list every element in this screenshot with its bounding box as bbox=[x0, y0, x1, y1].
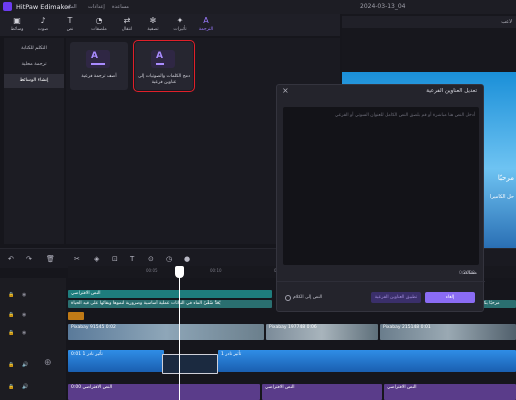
menu-help[interactable]: مساعدة bbox=[112, 4, 129, 10]
apply-subtitles-button[interactable]: تطبيق العناوين الفرعية bbox=[371, 292, 421, 303]
tool-media[interactable]: ▣ وسائط bbox=[4, 16, 30, 35]
tool-transition[interactable]: ⇄ انتقال bbox=[114, 16, 140, 35]
playhead-handle[interactable] bbox=[175, 266, 184, 278]
eye-icon[interactable]: ◉ bbox=[22, 292, 26, 298]
audio-track-clip[interactable]: النص الافتراضي bbox=[384, 384, 516, 400]
freeze-icon[interactable]: ⊙ bbox=[148, 255, 154, 263]
eye-icon[interactable]: ◉ bbox=[22, 312, 26, 318]
playhead-line[interactable] bbox=[179, 266, 180, 400]
record-icon[interactable]: ● bbox=[184, 255, 190, 263]
subtitle-text-placeholder: أدخل النص هنا مباشرة أو قم بلصق النص الك… bbox=[334, 113, 475, 118]
audio-clip-selected[interactable] bbox=[162, 354, 218, 374]
card-label: دمج الكلمات والصوتيات إلى عناوين فرعية bbox=[137, 74, 191, 85]
subtitle-text-area[interactable]: أدخل النص هنا مباشرة أو قم بلصق النص الك… bbox=[283, 107, 479, 265]
sticker-icon: ◔ bbox=[95, 16, 103, 25]
lock-icon[interactable]: 🔒 bbox=[8, 330, 14, 336]
edit-subtitles-dialog: × تعديل العناوين الفرعية أدخل النص هنا م… bbox=[276, 84, 485, 312]
speed-icon[interactable]: ◷ bbox=[166, 255, 172, 263]
text-tool-icon[interactable]: T bbox=[130, 255, 134, 263]
add-subtitle-icon: A bbox=[86, 50, 110, 68]
title-bar: HitPaw Edimakor الملف إعدادات مساعدة 202… bbox=[0, 0, 516, 14]
audio-track-clip[interactable]: النص الافتراضي 0:00 bbox=[68, 384, 260, 400]
preview-text-1: مرحبًا bbox=[497, 174, 514, 182]
menu-settings[interactable]: إعدادات bbox=[88, 4, 105, 10]
tool-subtitle[interactable]: A الترجمة bbox=[193, 16, 219, 35]
audio-icon: ♪ bbox=[40, 16, 46, 25]
subtitle-sidebar: التكلم للكتابة ترجمة محلية إنشاء الوسائط bbox=[4, 38, 64, 244]
text-to-speech-label: النص إلى الكلام bbox=[293, 295, 323, 300]
video-clip[interactable]: Pixabay 91545 0:02 bbox=[68, 324, 264, 340]
text-to-speech-radio[interactable] bbox=[285, 295, 291, 301]
delete-icon[interactable]: 🗑 bbox=[46, 255, 55, 263]
main-toolbar: ▣ وسائط ♪ صوت T نص ◔ ملصقات ⇄ انتقال ✻ ت… bbox=[0, 14, 340, 36]
marker-icon[interactable]: ◈ bbox=[94, 255, 99, 263]
close-icon[interactable]: × bbox=[282, 86, 289, 95]
card-merge-words-audio[interactable]: A دمج الكلمات والصوتيات إلى عناوين فرعية bbox=[133, 40, 195, 92]
sidebar-item-local-subtitle[interactable]: ترجمة محلية bbox=[4, 58, 64, 72]
dialog-title: تعديل العناوين الفرعية bbox=[426, 88, 477, 94]
transition-icon: ⇄ bbox=[123, 16, 131, 25]
eye-icon[interactable]: ◉ bbox=[22, 330, 26, 336]
split-icon[interactable]: ✂ bbox=[74, 255, 80, 263]
project-name: 2024-03-13_04 bbox=[360, 3, 406, 10]
subtitle-icon: A bbox=[203, 16, 209, 25]
tool-label: نص bbox=[66, 27, 74, 32]
tool-label: وسائط bbox=[10, 27, 24, 32]
card-label: أضف ترجمة فرعية bbox=[81, 74, 117, 79]
tool-filter[interactable]: ✻ تصفية bbox=[140, 16, 166, 35]
text-icon: T bbox=[67, 16, 73, 25]
tool-label: ملصقات bbox=[91, 27, 107, 32]
speaker-icon[interactable]: 🔊 bbox=[22, 362, 28, 368]
tool-effects[interactable]: ✦ تأثيرات bbox=[167, 16, 193, 35]
video-clip[interactable]: Pixabay 197748 0:06 bbox=[266, 324, 378, 340]
menu-file[interactable]: الملف bbox=[64, 4, 77, 10]
merge-subtitle-icon: A bbox=[151, 50, 175, 68]
speaker-icon[interactable]: 🔊 bbox=[22, 384, 28, 390]
preview-text-2: حل الكاميرا bbox=[490, 194, 514, 200]
tool-text[interactable]: T نص bbox=[57, 16, 83, 35]
lock-icon[interactable]: 🔒 bbox=[8, 362, 14, 368]
dialog-divider bbox=[277, 281, 485, 282]
undo-icon[interactable]: ↶ bbox=[8, 255, 14, 263]
player-header: لاعب bbox=[342, 16, 516, 28]
tool-label: تصفية bbox=[147, 27, 159, 32]
audio-clip[interactable]: تأثير نادر 1 0:01 bbox=[68, 350, 164, 372]
video-clip[interactable]: Pixabay 215148 0:01 bbox=[380, 324, 516, 340]
caption-clip[interactable]: يُعَدُّ سُقْيُ الماء في النباتات عملية أ… bbox=[68, 300, 272, 308]
audio-track-clip[interactable]: النص الافتراضي bbox=[262, 384, 382, 400]
tool-audio[interactable]: ♪ صوت bbox=[30, 16, 56, 35]
card-add-subtitle[interactable]: A أضف ترجمة فرعية bbox=[70, 42, 128, 90]
effects-icon: ✦ bbox=[176, 16, 184, 25]
cancel-button[interactable]: إلغاء bbox=[425, 292, 475, 303]
lock-icon[interactable]: 🔒 bbox=[8, 384, 14, 390]
lock-icon[interactable]: 🔒 bbox=[8, 292, 14, 298]
assistant-label: مساعد bbox=[462, 270, 477, 276]
subtitle-clip[interactable]: النص الافتراضي bbox=[68, 290, 272, 298]
filter-icon: ✻ bbox=[149, 16, 157, 25]
crop-icon[interactable]: ⊡ bbox=[112, 255, 118, 263]
media-icon: ▣ bbox=[13, 16, 21, 25]
lock-icon[interactable]: 🔒 bbox=[8, 312, 14, 318]
tool-label: انتقال bbox=[121, 27, 133, 32]
sidebar-item-speech-to-text[interactable]: التكلم للكتابة bbox=[4, 42, 64, 56]
tool-label: الترجمة bbox=[198, 27, 214, 32]
app-name: HitPaw Edimakor bbox=[16, 3, 71, 11]
redo-icon[interactable]: ↷ bbox=[26, 255, 32, 263]
tool-label: تأثيرات bbox=[173, 27, 187, 32]
tool-stickers[interactable]: ◔ ملصقات bbox=[86, 16, 112, 35]
audio-clip[interactable]: تأثير نادر 1 bbox=[218, 350, 516, 372]
ruler-tick: 00:10 bbox=[210, 268, 222, 273]
add-media-icon[interactable]: ⊕ bbox=[44, 358, 52, 368]
sidebar-item-create-media[interactable]: إنشاء الوسائط bbox=[4, 74, 64, 88]
sticker-clip[interactable] bbox=[68, 312, 84, 320]
app-logo-icon bbox=[3, 2, 12, 11]
tool-label: صوت bbox=[37, 27, 49, 32]
ruler-tick: 00:05 bbox=[146, 268, 158, 273]
track-controls: 🔒 ◉ 🔒 ◉ 🔒 ◉ 🔒 🔊 🔒 🔊 ⊕ bbox=[0, 278, 66, 400]
